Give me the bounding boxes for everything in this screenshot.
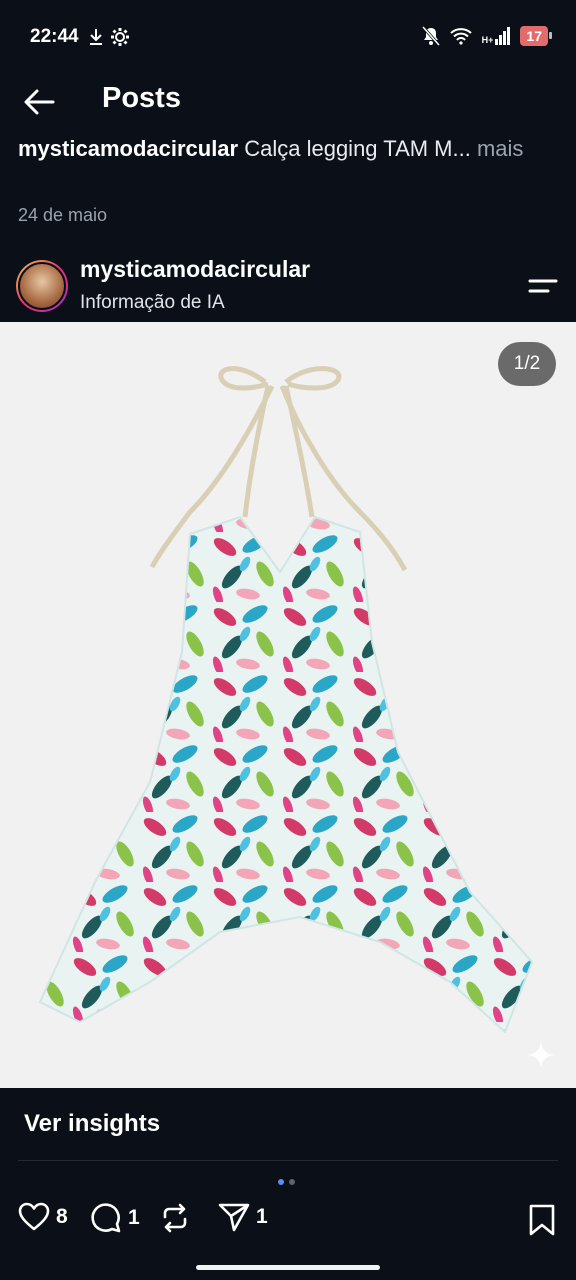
comment-count: 1 [128,1206,140,1229]
status-left-icons [88,27,130,47]
save-button[interactable] [528,1204,556,1241]
share-count: 1 [256,1205,268,1228]
carousel-dot [289,1179,295,1185]
carousel-dot-active [278,1179,284,1185]
insights-label: Ver insights [24,1110,161,1137]
status-time: 22:44 [30,26,79,47]
caption-more-link[interactable]: mais [477,136,523,161]
share-icon [218,1203,250,1232]
back-button[interactable] [20,82,60,122]
carousel-indicator [278,1179,295,1185]
wifi-icon [449,28,472,45]
action-bar: 8 1 1 [0,1196,576,1246]
repost-icon [163,1203,187,1233]
post-date: 24 de maio [18,205,108,225]
share-button[interactable]: 1 [218,1202,268,1232]
status-bar: 22:44 H+ 17 [0,0,576,76]
signal-icon: H+ [482,27,511,45]
mute-icon [421,26,440,46]
like-count: 8 [56,1205,68,1228]
caption-text: Calça legging TAM M... [244,136,471,161]
back-arrow-icon [24,89,55,115]
page-title: Posts [102,82,181,114]
download-icon [90,29,102,45]
media-counter: 1/2 [498,342,556,386]
author-name[interactable]: mysticamodacircular [80,256,310,283]
ai-info-label[interactable]: Informação de IA [80,292,225,314]
post-media[interactable]: 1/2 [0,322,576,1088]
status-right-icons: H+ 17 [421,26,552,46]
avatar[interactable] [16,260,68,312]
top-bar: Posts [0,76,576,126]
repost-button[interactable] [160,1202,196,1234]
author-row: mysticamodacircular Informação de IA [0,252,576,320]
bookmark-icon [529,1204,555,1236]
network-type: H+ [481,35,494,45]
battery-icon: 17 [520,26,552,46]
menu-icon [528,279,558,293]
sparkle-icon [527,1041,555,1069]
settings-icon [111,28,129,46]
heart-icon [18,1202,50,1231]
home-indicator[interactable] [196,1265,380,1270]
comment-icon [91,1203,121,1233]
post-caption[interactable]: mysticamodacircular Calça legging TAM M.… [18,132,538,166]
dress-image [38,366,534,1034]
divider [18,1160,558,1161]
more-options-button[interactable] [526,272,560,300]
caption-username[interactable]: mysticamodacircular [18,136,238,161]
insights-button[interactable]: Ver insights [0,1090,576,1162]
like-button[interactable]: 8 [18,1202,68,1232]
comment-button[interactable]: 1 [90,1202,140,1234]
